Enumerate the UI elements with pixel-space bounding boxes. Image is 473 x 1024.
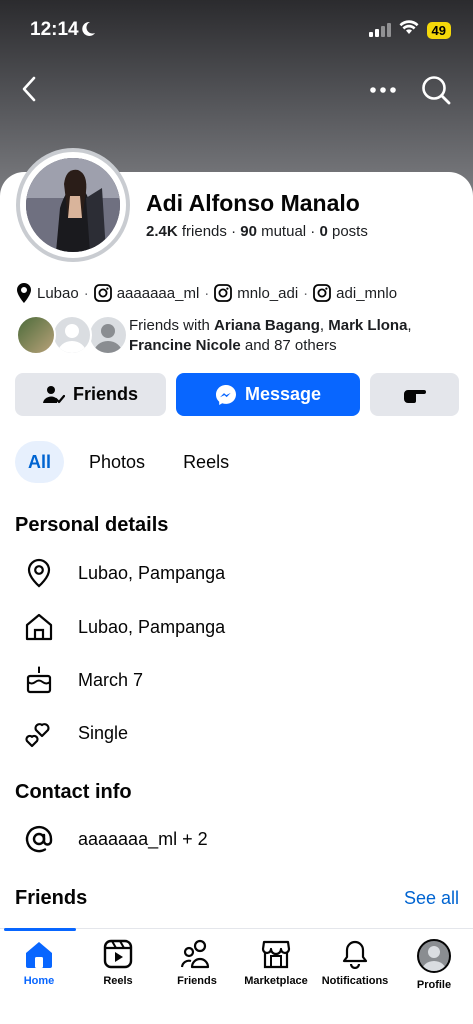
nav-reels[interactable]: Reels — [79, 939, 157, 987]
detail-text: aaaaaaa_ml + 2 — [78, 828, 208, 849]
instagram-handle-2[interactable]: mnlo_adi — [237, 285, 298, 302]
nav-notifications[interactable]: Notifications — [316, 939, 394, 987]
instagram-icon — [313, 284, 332, 302]
cell-signal-icon — [368, 23, 391, 37]
contact-instagram[interactable]: aaaaaaa_ml + 2 — [22, 822, 208, 856]
friends-count-label: friends — [181, 223, 227, 240]
battery-level: 49 — [426, 21, 451, 39]
location-pin-icon — [17, 283, 31, 303]
poke-hand-icon — [403, 389, 426, 403]
profile-tabs: All Photos Reels — [15, 441, 254, 483]
mutual-friend-avatar — [88, 315, 128, 355]
mutual-count-label: mutual — [261, 223, 307, 240]
profile-info-row: Lubao · aaaaaaa_ml · mnlo_adi · adi_mnlo — [16, 283, 397, 303]
mutual-friend-avatar — [52, 315, 92, 355]
avatar — [26, 158, 120, 252]
detail-hometown: Lubao, Pampanga — [22, 610, 225, 644]
friends-icon — [181, 939, 210, 969]
bottom-navigation: Home Reels Friends Marketplace Notificat… — [0, 928, 473, 1024]
mutual-friend-avatar — [16, 315, 56, 355]
message-button-label: Message — [244, 384, 322, 404]
instagram-icon — [214, 284, 233, 302]
contact-info-title: Contact info — [15, 781, 132, 803]
see-all-friends-link[interactable]: See all — [404, 888, 459, 909]
hearts-icon — [22, 716, 56, 750]
instagram-icon — [93, 284, 112, 302]
friend-check-icon — [42, 385, 65, 403]
friends-button-label: Friends — [72, 384, 138, 404]
home-icon — [26, 942, 52, 968]
detail-text: Lubao, Pampanga — [78, 562, 226, 583]
mutual-friend-name: Francine Nicole — [129, 337, 241, 354]
birthday-cake-icon — [22, 663, 56, 697]
back-arrow-icon[interactable] — [18, 74, 42, 104]
detail-text: Single — [78, 722, 129, 743]
profile-actions: Friends Message — [15, 373, 459, 416]
mutual-friends-avatars — [16, 315, 128, 357]
bell-icon — [342, 940, 368, 969]
profile-avatar[interactable] — [16, 148, 130, 262]
detail-text: Lubao, Pampanga — [78, 616, 226, 637]
home-icon — [22, 610, 56, 644]
mutual-count[interactable]: 90 — [240, 223, 257, 240]
moon-icon — [80, 21, 96, 42]
message-button[interactable]: Message — [176, 373, 360, 416]
detail-current-city: Lubao, Pampanga — [22, 556, 225, 590]
mutual-friends-row[interactable]: Friends with Ariana Bagang, Mark Llona, … — [16, 315, 459, 357]
top-navigation — [0, 68, 473, 112]
location-text[interactable]: Lubao — [37, 285, 79, 302]
reels-icon — [103, 939, 133, 969]
nav-marketplace[interactable]: Marketplace — [237, 939, 315, 987]
wifi-icon — [399, 20, 419, 40]
messenger-icon — [215, 384, 236, 405]
nav-friends[interactable]: Friends — [158, 939, 236, 987]
at-sign-icon — [22, 822, 56, 856]
profile-name: Adi Alfonso Manalo — [146, 190, 360, 216]
instagram-handle-1[interactable]: aaaaaaa_ml — [117, 285, 200, 302]
detail-relationship: Single — [22, 716, 128, 750]
friends-button[interactable]: Friends — [15, 373, 166, 416]
status-indicators: 49 — [368, 20, 451, 40]
status-time: 12:14 — [30, 19, 79, 40]
tab-reels[interactable]: Reels — [170, 441, 242, 483]
friends-section-title: Friends — [15, 887, 88, 909]
search-icon[interactable] — [420, 74, 452, 106]
active-tab-indicator — [4, 928, 76, 931]
tab-all[interactable]: All — [15, 441, 65, 483]
posts-count: 0 — [319, 223, 328, 240]
detail-text: March 7 — [78, 669, 144, 690]
instagram-handle-3[interactable]: adi_mnlo — [336, 285, 397, 302]
posts-count-label: posts — [331, 223, 368, 240]
more-options-icon[interactable] — [368, 78, 398, 102]
personal-details-title: Personal details — [15, 514, 169, 536]
more-actions-button[interactable] — [370, 373, 459, 416]
nav-profile[interactable]: Profile — [395, 939, 473, 991]
nav-home[interactable]: Home — [0, 939, 78, 987]
tab-photos[interactable]: Photos — [76, 441, 158, 483]
mutual-friend-name: Mark Llona — [328, 317, 408, 334]
detail-birthday: March 7 — [22, 663, 143, 697]
friends-count[interactable]: 2.4K — [146, 223, 178, 240]
status-bar: 12:14 49 — [0, 0, 473, 60]
avatar — [417, 939, 451, 973]
profile-stats: 2.4K friends · 90 mutual · 0 posts — [146, 223, 368, 240]
marketplace-icon — [261, 940, 291, 969]
mutual-friends-text: Friends with Ariana Bagang, Mark Llona, … — [129, 317, 412, 354]
location-pin-icon — [22, 556, 56, 590]
mutual-friend-name: Ariana Bagang — [214, 317, 320, 334]
